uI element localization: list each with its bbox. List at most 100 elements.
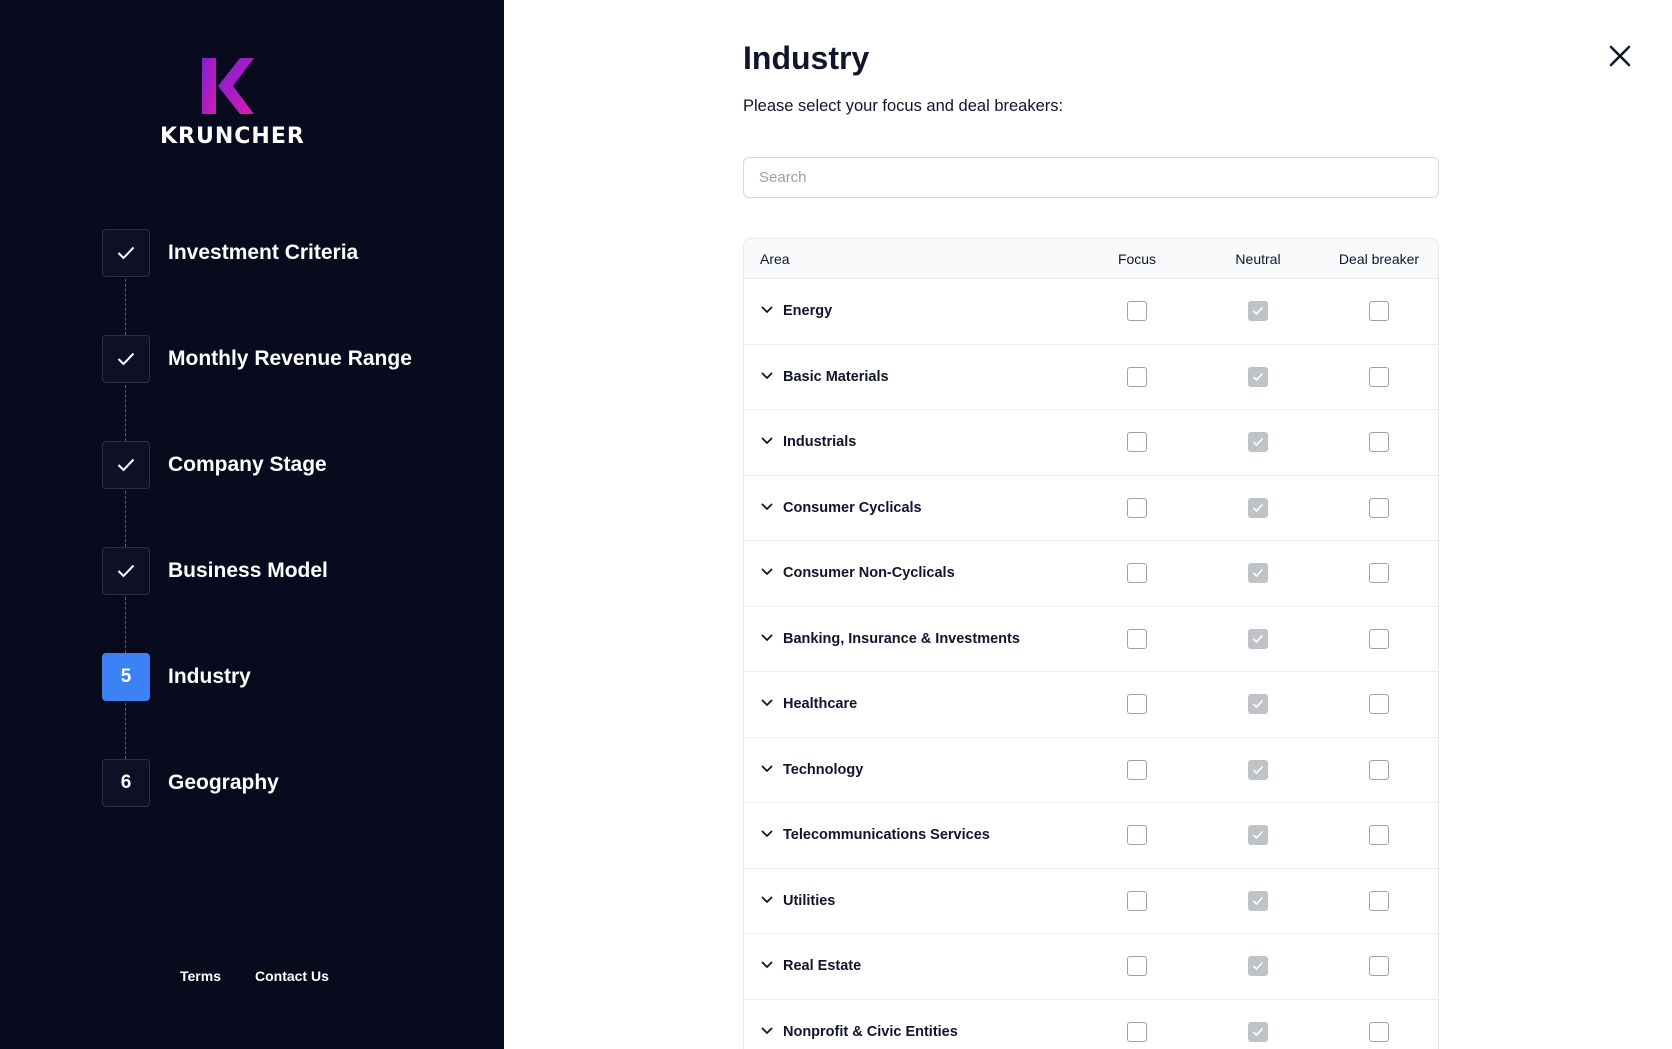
focus-checkbox[interactable] [1127,956,1147,976]
table-body: Energy Basic Materials Industrials Consumer… [744,279,1438,1049]
expand-row-button[interactable] [760,893,774,907]
neutral-checkbox[interactable] [1248,366,1268,387]
deal-checkbox[interactable] [1369,890,1389,911]
step-monthly-revenue-range[interactable]: Monthly Revenue Range [102,335,482,383]
neutral-checkbox[interactable] [1248,1021,1268,1042]
terms-link[interactable]: Terms [180,968,221,984]
check-icon [1252,437,1264,447]
expand-row-button[interactable] [760,958,774,972]
expand-row-button[interactable] [760,500,774,514]
row-area-label[interactable]: Consumer Cyclicals [783,500,922,516]
deal-checkbox[interactable] [1369,432,1389,452]
row-area-label[interactable]: Healthcare [783,696,857,712]
check-icon [1252,961,1264,971]
neutral-checkbox[interactable] [1248,628,1268,649]
focus-checkbox[interactable] [1127,366,1147,387]
expand-row-button[interactable] [760,631,774,645]
step-industry[interactable]: 5 Industry [102,653,482,701]
deal-checkbox[interactable] [1369,301,1389,321]
expand-row-button[interactable] [760,434,774,448]
step-number-badge: 6 [102,759,150,807]
row-area-label[interactable]: Nonprofit & Civic Entities [783,1024,958,1040]
chevron-down-icon [761,699,773,706]
expand-row-button[interactable] [760,303,774,317]
step-connector [125,703,126,759]
step-connector [125,491,126,547]
focus-checkbox[interactable] [1127,432,1147,452]
check-icon [1252,568,1264,578]
step-label: Investment Criteria [168,241,359,264]
neutral-checkbox[interactable] [1248,956,1268,976]
step-connector [125,597,126,653]
step-completed-badge [102,229,150,277]
table-row: Nonprofit & Civic Entities [744,1000,1438,1049]
step-company-stage[interactable]: Company Stage [102,441,482,489]
deal-checkbox[interactable] [1369,497,1389,518]
kruncher-logo-icon [202,58,254,114]
expand-row-button[interactable] [760,827,774,841]
chevron-down-icon [761,634,773,641]
contact-us-link[interactable]: Contact Us [255,968,329,984]
neutral-checkbox[interactable] [1248,825,1268,845]
deal-checkbox[interactable] [1369,563,1389,583]
row-area-label[interactable]: Telecommunications Services [783,827,990,843]
expand-row-button[interactable] [760,762,774,776]
focus-checkbox[interactable] [1127,890,1147,911]
column-header-area: Area [760,251,790,267]
step-investment-criteria[interactable]: Investment Criteria [102,229,482,277]
step-geography[interactable]: 6 Geography [102,759,482,807]
focus-checkbox[interactable] [1127,563,1147,583]
step-connector [125,279,126,335]
focus-checkbox[interactable] [1127,825,1147,845]
row-area-label[interactable]: Energy [783,303,832,319]
focus-checkbox[interactable] [1127,694,1147,714]
expand-row-button[interactable] [760,1024,774,1038]
focus-checkbox[interactable] [1127,759,1147,780]
focus-checkbox[interactable] [1127,497,1147,518]
expand-row-button[interactable] [760,696,774,710]
page-subtitle: Please select your focus and deal breake… [743,97,1064,115]
deal-checkbox[interactable] [1369,628,1389,649]
neutral-checkbox[interactable] [1248,563,1268,583]
neutral-checkbox[interactable] [1248,497,1268,518]
deal-checkbox[interactable] [1369,1021,1389,1042]
neutral-checkbox[interactable] [1248,890,1268,911]
row-area-label[interactable]: Real Estate [783,958,861,974]
step-completed-badge [102,441,150,489]
row-area-label[interactable]: Industrials [783,434,856,450]
deal-checkbox[interactable] [1369,694,1389,714]
table-row: Technology [744,738,1438,803]
row-area-label[interactable]: Utilities [783,893,835,909]
row-area-label[interactable]: Banking, Insurance & Investments [783,631,1020,647]
expand-row-button[interactable] [760,369,774,383]
deal-checkbox[interactable] [1369,366,1389,387]
neutral-checkbox[interactable] [1248,432,1268,452]
row-area-label[interactable]: Basic Materials [783,369,889,385]
expand-row-button[interactable] [760,565,774,579]
check-icon [117,246,135,260]
chevron-down-icon [761,765,773,772]
neutral-checkbox[interactable] [1248,301,1268,321]
deal-checkbox[interactable] [1369,956,1389,976]
deal-checkbox[interactable] [1369,759,1389,780]
close-button[interactable] [1606,42,1634,70]
table-row: Banking, Insurance & Investments [744,607,1438,672]
focus-checkbox[interactable] [1127,301,1147,321]
table-row: Basic Materials [744,345,1438,410]
row-area-label[interactable]: Consumer Non-Cyclicals [783,565,955,581]
chevron-down-icon [761,961,773,968]
deal-checkbox[interactable] [1369,825,1389,845]
kruncher-logo[interactable]: KRUNCHER [160,58,305,149]
column-header-neutral: Neutral [1235,251,1281,267]
row-area-label[interactable]: Technology [783,762,863,778]
table-row: Consumer Non-Cyclicals [744,541,1438,607]
step-business-model[interactable]: Business Model [102,547,482,595]
brand-name: KRUNCHER [160,124,305,149]
focus-checkbox[interactable] [1127,628,1147,649]
search-input[interactable] [743,157,1439,198]
chevron-down-icon [761,372,773,379]
neutral-checkbox[interactable] [1248,759,1268,780]
chevron-down-icon [761,830,773,837]
neutral-checkbox[interactable] [1248,694,1268,714]
focus-checkbox[interactable] [1127,1021,1147,1042]
